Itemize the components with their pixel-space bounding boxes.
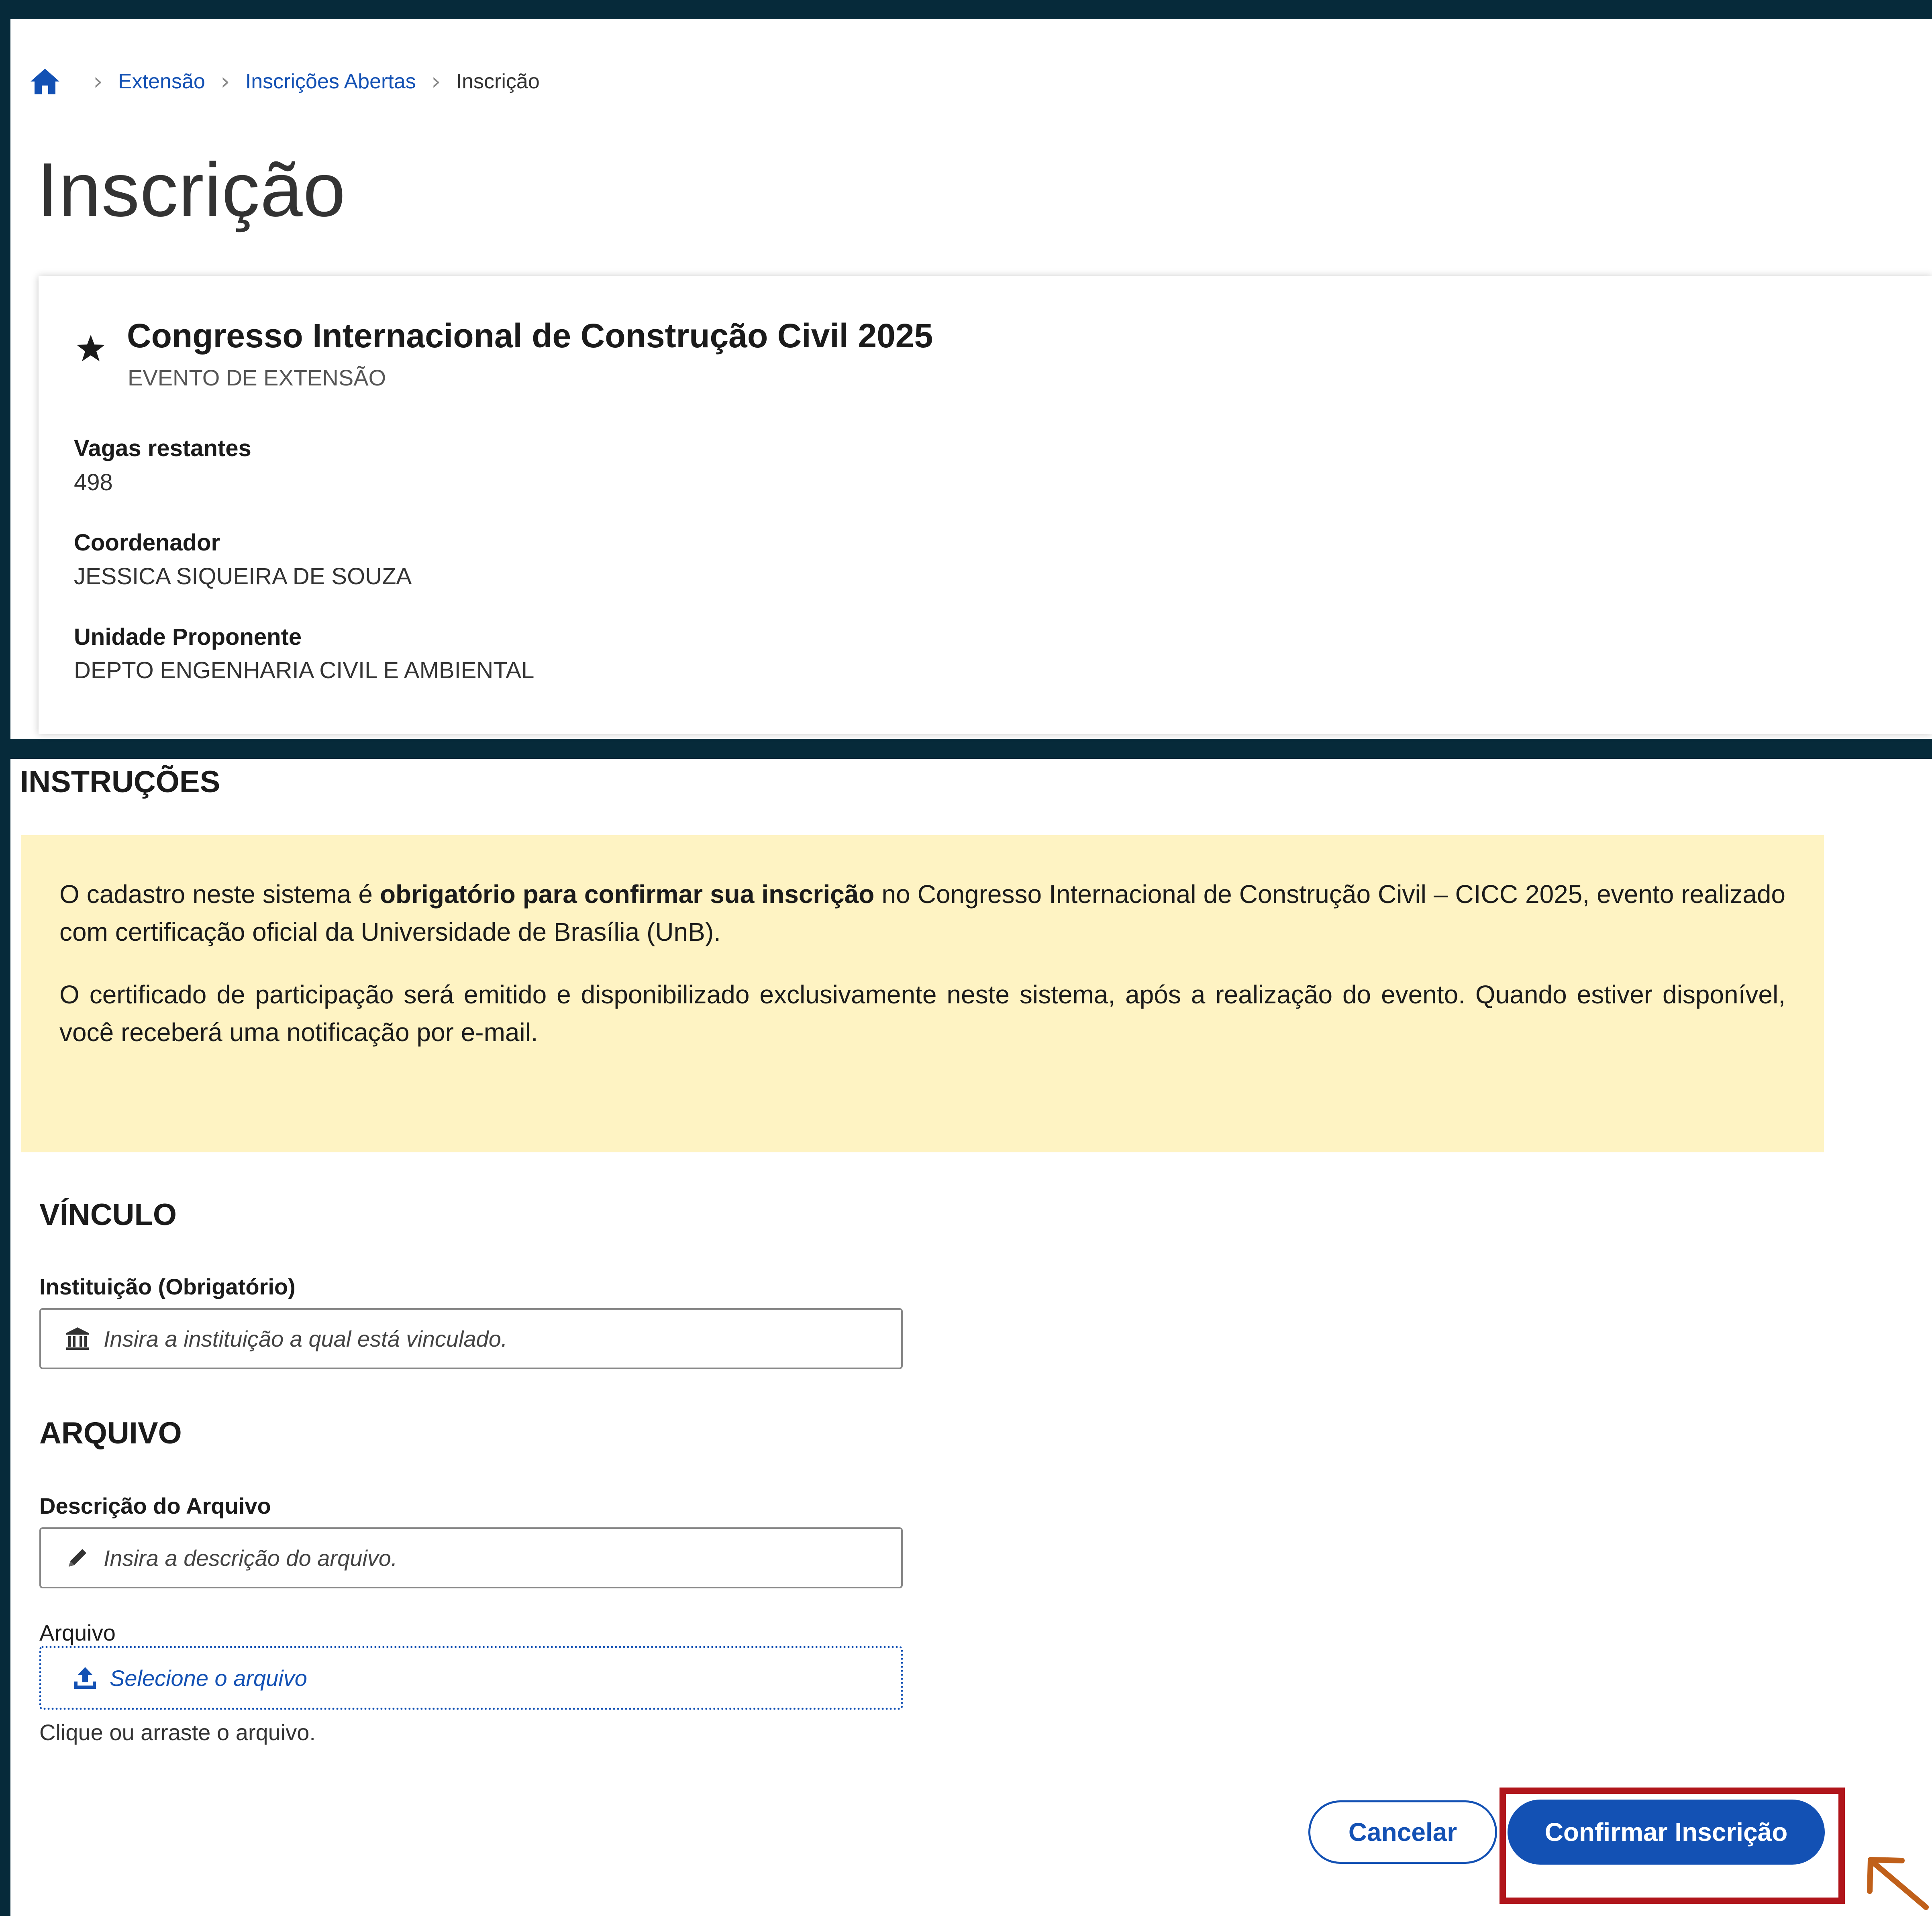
instituicao-label: Instituição (Obrigatório) [39,1274,296,1299]
coordenador-value: JESSICA SIQUEIRA DE SOUZA [74,563,412,589]
chevron-right-icon: › [93,67,103,96]
coordenador-label: Coordenador [74,530,220,556]
instructions-paragraph-2: O certificado de participação será emiti… [59,980,1785,1047]
event-summary-panel: › Extensão › Inscrições Abertas › Inscri… [10,19,1932,739]
arrow-annotation-icon [1862,1851,1930,1911]
descricao-label: Descrição do Arquivo [39,1493,271,1519]
event-type: EVENTO DE EXTENSÃO [128,365,386,390]
descricao-input[interactable]: Insira a descrição do arquivo. [39,1527,903,1588]
institution-icon [63,1325,92,1353]
event-title: Congresso Internacional de Construção Ci… [127,317,933,355]
breadcrumb: › Extensão › Inscrições Abertas › Inscri… [28,63,540,100]
home-icon[interactable] [28,66,62,97]
unidade-label: Unidade Proponente [74,624,302,650]
file-upload-dropzone[interactable]: Selecione o arquivo [39,1646,903,1710]
event-card: Congresso Internacional de Construção Ci… [39,276,1932,734]
upload-help-text: Clique ou arraste o arquivo. [39,1720,316,1745]
arquivo-heading: ARQUIVO [39,1416,182,1450]
breadcrumb-current: Inscrição [456,70,540,93]
vagas-value: 498 [74,469,113,495]
descricao-placeholder: Insira a descrição do arquivo. [104,1545,398,1571]
breadcrumb-inscricoes-abertas[interactable]: Inscrições Abertas [245,69,416,94]
upload-text: Selecione o arquivo [110,1665,307,1691]
cancel-button[interactable]: Cancelar [1308,1800,1497,1864]
vinculo-heading: VÍNCULO [39,1198,177,1232]
instructions-box: O cadastro neste sistema é obrigatório p… [21,835,1824,1152]
arquivo-label: Arquivo [39,1620,116,1645]
chevron-right-icon: › [220,67,230,96]
chevron-right-icon: › [431,67,441,96]
instituicao-placeholder: Insira a instituição a qual está vincula… [104,1326,508,1351]
instituicao-input[interactable]: Insira a instituição a qual está vincula… [39,1308,903,1369]
upload-icon [71,1664,99,1692]
page-title: Inscrição [37,147,346,232]
instructions-heading: INSTRUÇÕES [20,765,220,799]
breadcrumb-extensao[interactable]: Extensão [118,69,205,94]
vagas-label: Vagas restantes [74,435,251,461]
pencil-icon [63,1544,92,1572]
confirm-registration-button[interactable]: Confirmar Inscrição [1508,1800,1825,1865]
registration-form-panel: INSTRUÇÕES O cadastro neste sistema é ob… [10,759,1932,1916]
star-icon [75,332,107,365]
instructions-paragraph-1: O cadastro neste sistema é obrigatório p… [59,880,1786,946]
unidade-value: DEPTO ENGENHARIA CIVIL E AMBIENTAL [74,657,535,683]
